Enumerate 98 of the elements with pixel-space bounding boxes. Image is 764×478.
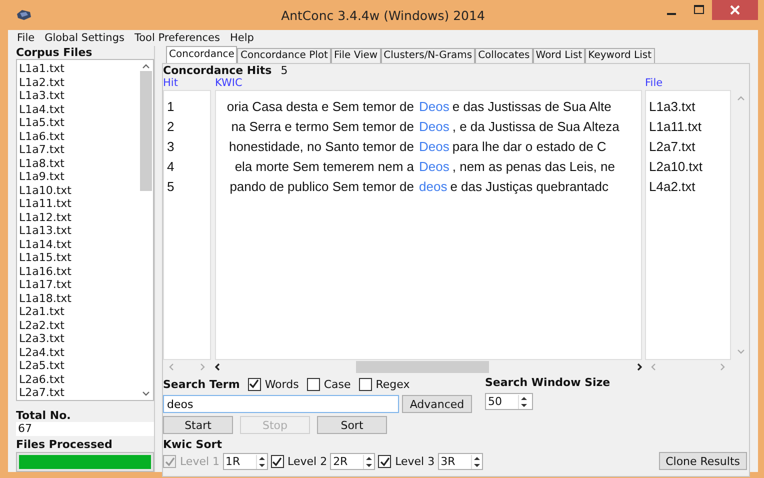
file-item[interactable]: L1a8.txt: [19, 156, 138, 170]
checkbox[interactable]: Regex: [358, 378, 410, 390]
menu-item[interactable]: Help: [224, 32, 259, 44]
left-context: pando de publico Sem temor de: [228, 178, 414, 196]
checkbox-box[interactable]: [378, 455, 392, 468]
window-size-label: Search Window Size: [485, 376, 610, 389]
checkbox[interactable]: Case: [306, 378, 351, 390]
left-context: honestidade, no Santo temor de: [228, 138, 414, 156]
tab[interactable]: Concordance Plot: [237, 48, 331, 63]
file-item[interactable]: L1a7.txt: [19, 143, 138, 157]
file-item[interactable]: L1a9.txt: [19, 170, 138, 184]
clone-results-button[interactable]: Clone Results: [658, 452, 747, 470]
checkbox[interactable]: Words: [248, 378, 299, 390]
action-button[interactable]: Sort: [317, 416, 387, 434]
file-item[interactable]: L2a6.txt: [19, 372, 138, 386]
corpus-files-label: Corpus Files: [16, 46, 94, 60]
keyword[interactable]: deos: [419, 179, 448, 194]
column-header[interactable]: KWIC: [215, 77, 242, 90]
file-item[interactable]: L1a2.txt: [19, 76, 138, 90]
menu-item[interactable]: Tool Preferences: [129, 32, 225, 44]
level-spinner[interactable]: 2R: [330, 453, 376, 470]
total-field: 67: [16, 422, 154, 436]
hits-label: Concordance Hits: [163, 64, 272, 77]
menu-item[interactable]: Global Settings: [40, 32, 130, 44]
files-processed-label: Files Processed: [16, 438, 114, 452]
column-header[interactable]: File: [645, 77, 663, 90]
left-context: na Serra e termo Sem temor de: [230, 118, 414, 136]
checkbox-box[interactable]: [248, 378, 261, 390]
keyword[interactable]: Deos: [419, 119, 450, 134]
file-item[interactable]: L1a11.txt: [19, 197, 138, 211]
checkbox-box[interactable]: [358, 378, 372, 390]
file-item[interactable]: L1a6.txt: [19, 130, 138, 144]
hit-number: 4: [166, 158, 176, 176]
keyword[interactable]: Deos: [419, 99, 450, 114]
window-title: AntConc 3.4.4w (Windows) 2014: [281, 8, 485, 22]
checkbox-box[interactable]: [306, 378, 320, 390]
minimize-icon: [667, 13, 676, 15]
level-checkbox[interactable]: Level 3: [378, 455, 435, 468]
file-name: L1a3.txt: [648, 98, 696, 116]
file-item[interactable]: L1a12.txt: [19, 210, 138, 224]
file-item[interactable]: L1a4.txt: [19, 102, 138, 116]
advanced-button[interactable]: Advanced: [402, 395, 472, 413]
file-item[interactable]: L1a10.txt: [19, 184, 138, 198]
hits-count: 5: [280, 64, 288, 77]
file-item[interactable]: L2a1.txt: [19, 305, 138, 319]
file-item[interactable]: L1a1.txt: [19, 62, 138, 76]
tab[interactable]: Clusters/N-Grams: [380, 48, 476, 63]
level-checkbox[interactable]: Level 2: [270, 455, 328, 468]
kwic-sort-label: Kwic Sort: [163, 438, 223, 451]
window-size-spinner[interactable]: 50: [485, 393, 533, 410]
right-context: e das Justissas de Sua Alte: [452, 99, 612, 114]
hit-number: 1: [166, 98, 176, 116]
tab[interactable]: Collocates: [475, 48, 533, 63]
tab[interactable]: Concordance: [166, 46, 238, 63]
right-context: , e da Justissa de Sua Alteza: [452, 119, 620, 134]
file-name: L4a2.txt: [648, 178, 696, 196]
file-name: L1a11.txt: [648, 118, 703, 136]
file-item[interactable]: L1a5.txt: [19, 116, 138, 130]
search-field[interactable]: deos: [163, 395, 399, 413]
tab[interactable]: Keyword List: [585, 48, 655, 63]
file-item[interactable]: L2a4.txt: [19, 346, 138, 360]
total-label: Total No.: [16, 408, 72, 422]
file-item[interactable]: L1a18.txt: [19, 292, 138, 306]
close-icon: [730, 5, 740, 15]
scrollbar[interactable]: [215, 361, 642, 373]
tab[interactable]: File View: [330, 48, 381, 63]
hit-number: 3: [166, 138, 176, 156]
menu-item[interactable]: File: [12, 32, 40, 44]
right-context: para lhe dar o estado de C: [452, 139, 606, 154]
tab[interactable]: Word List: [532, 48, 586, 63]
column-header[interactable]: Hit: [163, 77, 178, 90]
search-term-label: Search Term: [163, 378, 240, 390]
file-item[interactable]: L2a3.txt: [19, 332, 138, 346]
app-icon: [16, 9, 32, 21]
file-item[interactable]: L1a13.txt: [19, 224, 138, 238]
keyword[interactable]: Deos: [419, 159, 450, 174]
file-item[interactable]: L2a2.txt: [19, 318, 138, 332]
right-context: e das Justiças quebrantadc: [450, 179, 608, 194]
maximize-icon: [694, 5, 704, 15]
level-spinner[interactable]: 3R: [438, 453, 483, 470]
file-item[interactable]: L1a14.txt: [19, 238, 138, 252]
hit-number: 2: [166, 118, 176, 136]
file-item[interactable]: L2a5.txt: [19, 359, 138, 373]
right-context: , nem as penas das Leis, ne: [452, 159, 615, 174]
keyword[interactable]: Deos: [419, 139, 450, 154]
file-item[interactable]: L1a16.txt: [19, 264, 138, 278]
file-name: L2a10.txt: [648, 158, 704, 176]
file-item[interactable]: L1a3.txt: [19, 89, 138, 103]
file-name: L2a7.txt: [648, 138, 696, 156]
file-item[interactable]: L1a15.txt: [19, 251, 138, 265]
file-item[interactable]: L1a17.txt: [19, 278, 138, 292]
close-button[interactable]: [712, 0, 758, 20]
hit-number: 5: [166, 178, 176, 196]
file-item[interactable]: L2a7.txt: [19, 386, 138, 400]
left-context: oria Casa desta e Sem temor de: [226, 98, 414, 116]
action-button[interactable]: Start: [163, 416, 233, 434]
checkbox-box[interactable]: [270, 455, 284, 468]
left-context: ela morte Sem temerem nem a: [234, 158, 414, 176]
